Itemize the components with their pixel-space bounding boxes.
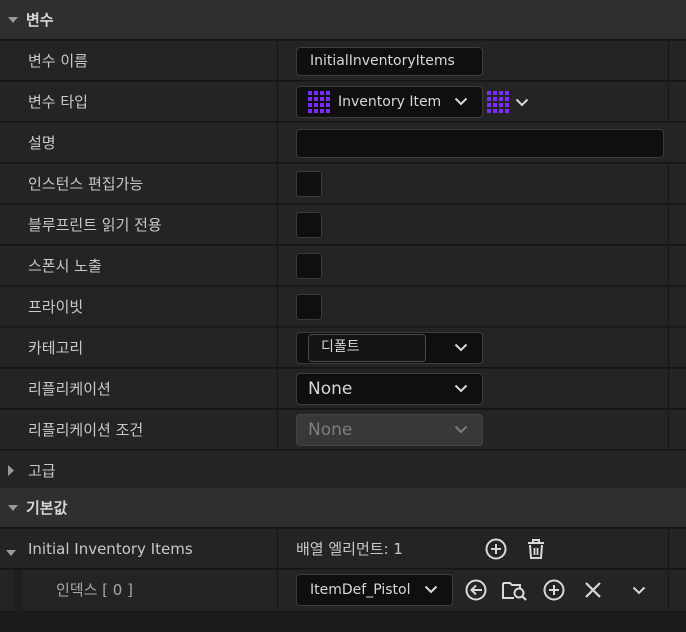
section-header-variable[interactable]: 변수 [0, 0, 686, 40]
grid-type-icon [308, 91, 330, 113]
item-def-value: ItemDef_Pistol [310, 582, 411, 598]
add-circle-icon[interactable] [541, 570, 567, 610]
row-array-index-0: 인덱스 [ 0 ] ItemDef_Pistol [0, 570, 686, 612]
instance-editable-checkbox[interactable] [296, 171, 322, 197]
triangle-right-icon[interactable] [7, 464, 15, 481]
label-category: 카테고리 [28, 339, 84, 357]
row-array-initial-items: Initial Inventory Items 배열 엘리먼트: 1 [0, 529, 686, 569]
variable-type-dropdown[interactable]: Inventory Item [296, 86, 483, 118]
row-blueprint-readonly: 블루프린트 읽기 전용 [0, 205, 686, 245]
row-category: 카테고리 디폴트 [0, 328, 686, 368]
expose-on-spawn-checkbox[interactable] [296, 253, 322, 279]
label-replication-condition: 리플리케이션 조건 [28, 421, 144, 439]
array-element-count: 배열 엘리먼트: 1 [296, 540, 403, 558]
label-blueprint-readonly: 블루프린트 읽기 전용 [28, 216, 162, 234]
replication-value: None [308, 379, 353, 399]
chevron-down-icon [515, 98, 529, 106]
row-private: 프라이빗 [0, 287, 686, 327]
replication-condition-value: None [308, 420, 353, 440]
variable-name-input[interactable]: InitialInventoryItems [296, 46, 483, 76]
label-variable-name: 변수 이름 [28, 52, 88, 70]
chevron-down-icon [424, 585, 438, 594]
section-header-defaults[interactable]: 기본값 [0, 488, 686, 528]
row-variable-name: 변수 이름 InitialInventoryItems [0, 41, 686, 81]
blueprint-readonly-checkbox[interactable] [296, 212, 322, 238]
clear-icon[interactable] [580, 570, 606, 610]
row-instance-editable: 인스턴스 편집가능 [0, 164, 686, 204]
row-description: 설명 [0, 123, 686, 163]
label-replication: 리플리케이션 [28, 380, 111, 398]
row-variable-type: 변수 타입 Inventory Item [0, 82, 686, 122]
label-variable-type: 변수 타입 [28, 93, 88, 111]
chevron-down-icon[interactable] [454, 343, 468, 352]
grid-type-icon [487, 91, 509, 113]
label-private: 프라이빗 [28, 298, 84, 316]
triangle-down-icon[interactable] [0, 16, 26, 24]
chevron-down-icon [454, 425, 468, 434]
label-description: 설명 [28, 134, 56, 152]
row-replication-condition: 리플리케이션 조건 None [0, 410, 686, 450]
section-title-defaults: 기본값 [26, 499, 68, 517]
label-array-index: 인덱스 [ 0 ] [56, 581, 133, 599]
section-header-advanced[interactable]: 고급 [0, 451, 686, 491]
chevron-down-icon[interactable] [626, 570, 652, 610]
container-type-dropdown[interactable] [487, 91, 529, 113]
description-input[interactable] [296, 128, 664, 158]
replication-condition-dropdown: None [296, 414, 483, 446]
item-def-dropdown[interactable]: ItemDef_Pistol [296, 574, 453, 606]
chevron-down-icon [454, 384, 468, 393]
row-expose-on-spawn: 스폰시 노출 [0, 246, 686, 286]
label-array-items: Initial Inventory Items [28, 540, 193, 558]
use-selected-icon[interactable] [463, 570, 489, 610]
replication-dropdown[interactable]: None [296, 373, 483, 405]
section-title-advanced: 고급 [28, 462, 56, 480]
label-instance-editable: 인스턴스 편집가능 [28, 175, 144, 193]
label-expose-on-spawn: 스폰시 노출 [28, 257, 102, 275]
add-circle-icon[interactable] [483, 529, 509, 569]
browse-folder-icon[interactable] [502, 570, 528, 610]
triangle-down-icon[interactable] [0, 504, 26, 512]
chevron-down-icon [454, 97, 468, 106]
private-checkbox[interactable] [296, 294, 322, 320]
category-combo[interactable]: 디폴트 [296, 332, 483, 364]
row-replication: 리플리케이션 None [0, 369, 686, 409]
variable-type-value: Inventory Item [338, 94, 442, 110]
category-input[interactable]: 디폴트 [308, 334, 426, 362]
triangle-down-icon[interactable] [5, 545, 17, 561]
section-title-variable: 변수 [26, 11, 54, 29]
trash-icon[interactable] [523, 529, 549, 569]
